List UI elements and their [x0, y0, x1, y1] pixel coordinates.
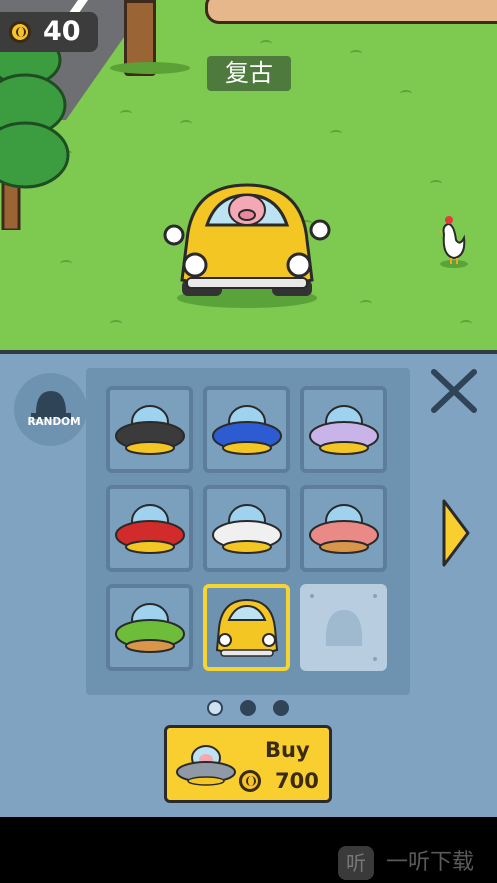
- dirt-path: [205, 0, 497, 24]
- player-car-icon: [163, 183, 331, 308]
- grass-tuft: [430, 180, 442, 187]
- vehicle-slot-black-ufo[interactable]: [106, 386, 193, 473]
- red-ufo-icon: [115, 504, 185, 554]
- grass-tuft: [260, 40, 272, 47]
- next-page-button[interactable]: [440, 497, 472, 569]
- page-dot-1[interactable]: [207, 700, 223, 716]
- grass-tuft: [360, 300, 372, 307]
- close-button[interactable]: [428, 368, 480, 414]
- grass-tuft: [330, 130, 342, 137]
- chicken-icon: [438, 216, 468, 268]
- vehicle-slot-yellow-car[interactable]: [203, 584, 290, 671]
- buy-price: 700: [275, 769, 319, 793]
- random-label: RANDOM: [27, 416, 81, 428]
- grass-tuft: [400, 90, 412, 97]
- grass-tuft: [60, 260, 72, 267]
- buy-button[interactable]: Buy 700: [164, 725, 332, 803]
- game-scene: 40 复古: [0, 0, 497, 350]
- vehicle-name-label: 复古: [207, 56, 291, 91]
- chevron-right-icon: [442, 499, 470, 567]
- black-ufo-icon: [115, 405, 185, 455]
- green-ufo-icon: [115, 603, 185, 653]
- coin-count: 40: [43, 16, 81, 47]
- close-icon: [431, 369, 477, 413]
- page-dot-2[interactable]: [240, 700, 256, 716]
- vehicle-slot-white-ufo[interactable]: [203, 485, 290, 572]
- coin-counter: 40: [0, 12, 98, 52]
- watermark-logo-icon: 听: [338, 846, 374, 880]
- coin-icon: [9, 21, 31, 43]
- tree-shadow: [110, 62, 190, 74]
- white-ufo-icon: [212, 504, 282, 554]
- watermark: 听 一听下载: [338, 844, 497, 880]
- grass-tuft: [180, 120, 192, 127]
- page-dot-3[interactable]: [273, 700, 289, 716]
- pine-tree-icon: [0, 33, 70, 230]
- grass-tuft: [460, 320, 472, 327]
- grass-tuft: [350, 50, 362, 57]
- ufo-pig-icon: [176, 745, 236, 786]
- vehicle-slot-locked[interactable]: [300, 584, 387, 671]
- ufo-silhouette-icon: [31, 391, 71, 419]
- donut-ufo-icon: [309, 504, 379, 554]
- buy-label: Buy: [265, 738, 310, 762]
- purple-ufo-icon: [309, 405, 379, 455]
- grass-tuft: [110, 320, 122, 327]
- coin-icon: [239, 770, 261, 792]
- vehicle-slot-blue-ufo[interactable]: [203, 386, 290, 473]
- vehicle-slot-purple-ufo[interactable]: [300, 386, 387, 473]
- locked-vehicle-icon: [310, 594, 377, 661]
- vehicle-slot-red-ufo[interactable]: [106, 485, 193, 572]
- vehicle-slot-donut-ufo[interactable]: [300, 485, 387, 572]
- random-button[interactable]: [14, 373, 87, 446]
- grass-tuft: [120, 110, 132, 117]
- vehicle-slot-green-ufo[interactable]: [106, 584, 193, 671]
- watermark-text: 一听下载: [386, 850, 475, 875]
- blue-ufo-icon: [212, 405, 282, 455]
- yellow-car-icon: [215, 598, 279, 657]
